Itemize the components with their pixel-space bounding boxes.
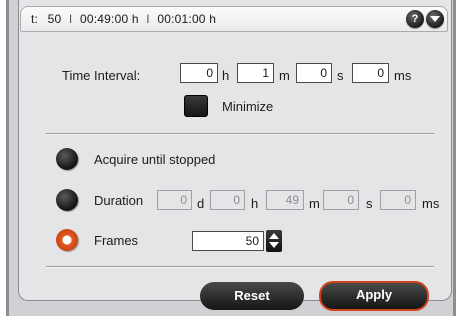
section-divider-bottom <box>46 266 434 267</box>
header-summary: t: 50 I 00:49:00 h I 00:01:00 h <box>31 12 216 26</box>
panel-header: t: 50 I 00:49:00 h I 00:01:00 h ? <box>20 6 448 32</box>
frames-radio[interactable] <box>56 229 78 251</box>
interval-hours-unit: h <box>222 68 230 83</box>
duration-minutes-field[interactable]: 49 <box>266 190 304 210</box>
acquire-until-stopped-label: Acquire until stopped <box>94 152 216 167</box>
interval-milliseconds-unit: ms <box>394 68 412 83</box>
interval-seconds-field[interactable]: 0 <box>296 63 332 83</box>
header-separator-2: I <box>146 12 150 26</box>
stepper-down-icon[interactable] <box>269 242 279 248</box>
duration-days-unit: d <box>197 196 205 211</box>
header-duration-total: 00:49:00 h <box>80 12 139 26</box>
stepper-up-icon[interactable] <box>269 233 279 239</box>
time-series-panel <box>18 0 452 301</box>
interval-minutes-unit: m <box>279 68 290 83</box>
header-separator-1: I <box>68 12 73 26</box>
interval-milliseconds-field[interactable]: 0 <box>352 63 389 83</box>
reset-button[interactable]: Reset <box>200 282 304 310</box>
duration-seconds-unit: s <box>366 196 373 211</box>
minimize-checkbox[interactable] <box>184 95 208 117</box>
duration-hours-field[interactable]: 0 <box>210 190 245 210</box>
header-count: 50 <box>47 12 62 26</box>
acquire-until-stopped-radio[interactable] <box>56 148 78 170</box>
frames-stepper[interactable] <box>266 230 282 252</box>
interval-minutes-field[interactable]: 1 <box>237 63 274 83</box>
duration-days-field[interactable]: 0 <box>157 190 192 210</box>
duration-milliseconds-unit: ms <box>422 196 440 211</box>
minimize-label: Minimize <box>222 99 274 114</box>
time-interval-label: Time Interval: <box>62 68 141 83</box>
header-prefix: t: <box>31 12 39 26</box>
duration-label: Duration <box>94 193 144 208</box>
interval-hours-field[interactable]: 0 <box>180 63 218 83</box>
frames-value-field[interactable]: 50 <box>192 231 264 251</box>
duration-minutes-unit: m <box>309 196 320 211</box>
interval-seconds-unit: s <box>337 68 344 83</box>
duration-seconds-field[interactable]: 0 <box>323 190 359 210</box>
collapse-menu-icon[interactable] <box>426 10 444 28</box>
help-icon[interactable]: ? <box>406 10 424 28</box>
duration-radio[interactable] <box>56 189 78 211</box>
section-divider-top <box>46 133 434 134</box>
duration-milliseconds-field[interactable]: 0 <box>380 190 416 210</box>
apply-button[interactable]: Apply <box>319 281 429 311</box>
duration-hours-unit: h <box>251 196 259 211</box>
header-interval: 00:01:00 h <box>157 12 217 26</box>
frames-label: Frames <box>94 233 139 248</box>
